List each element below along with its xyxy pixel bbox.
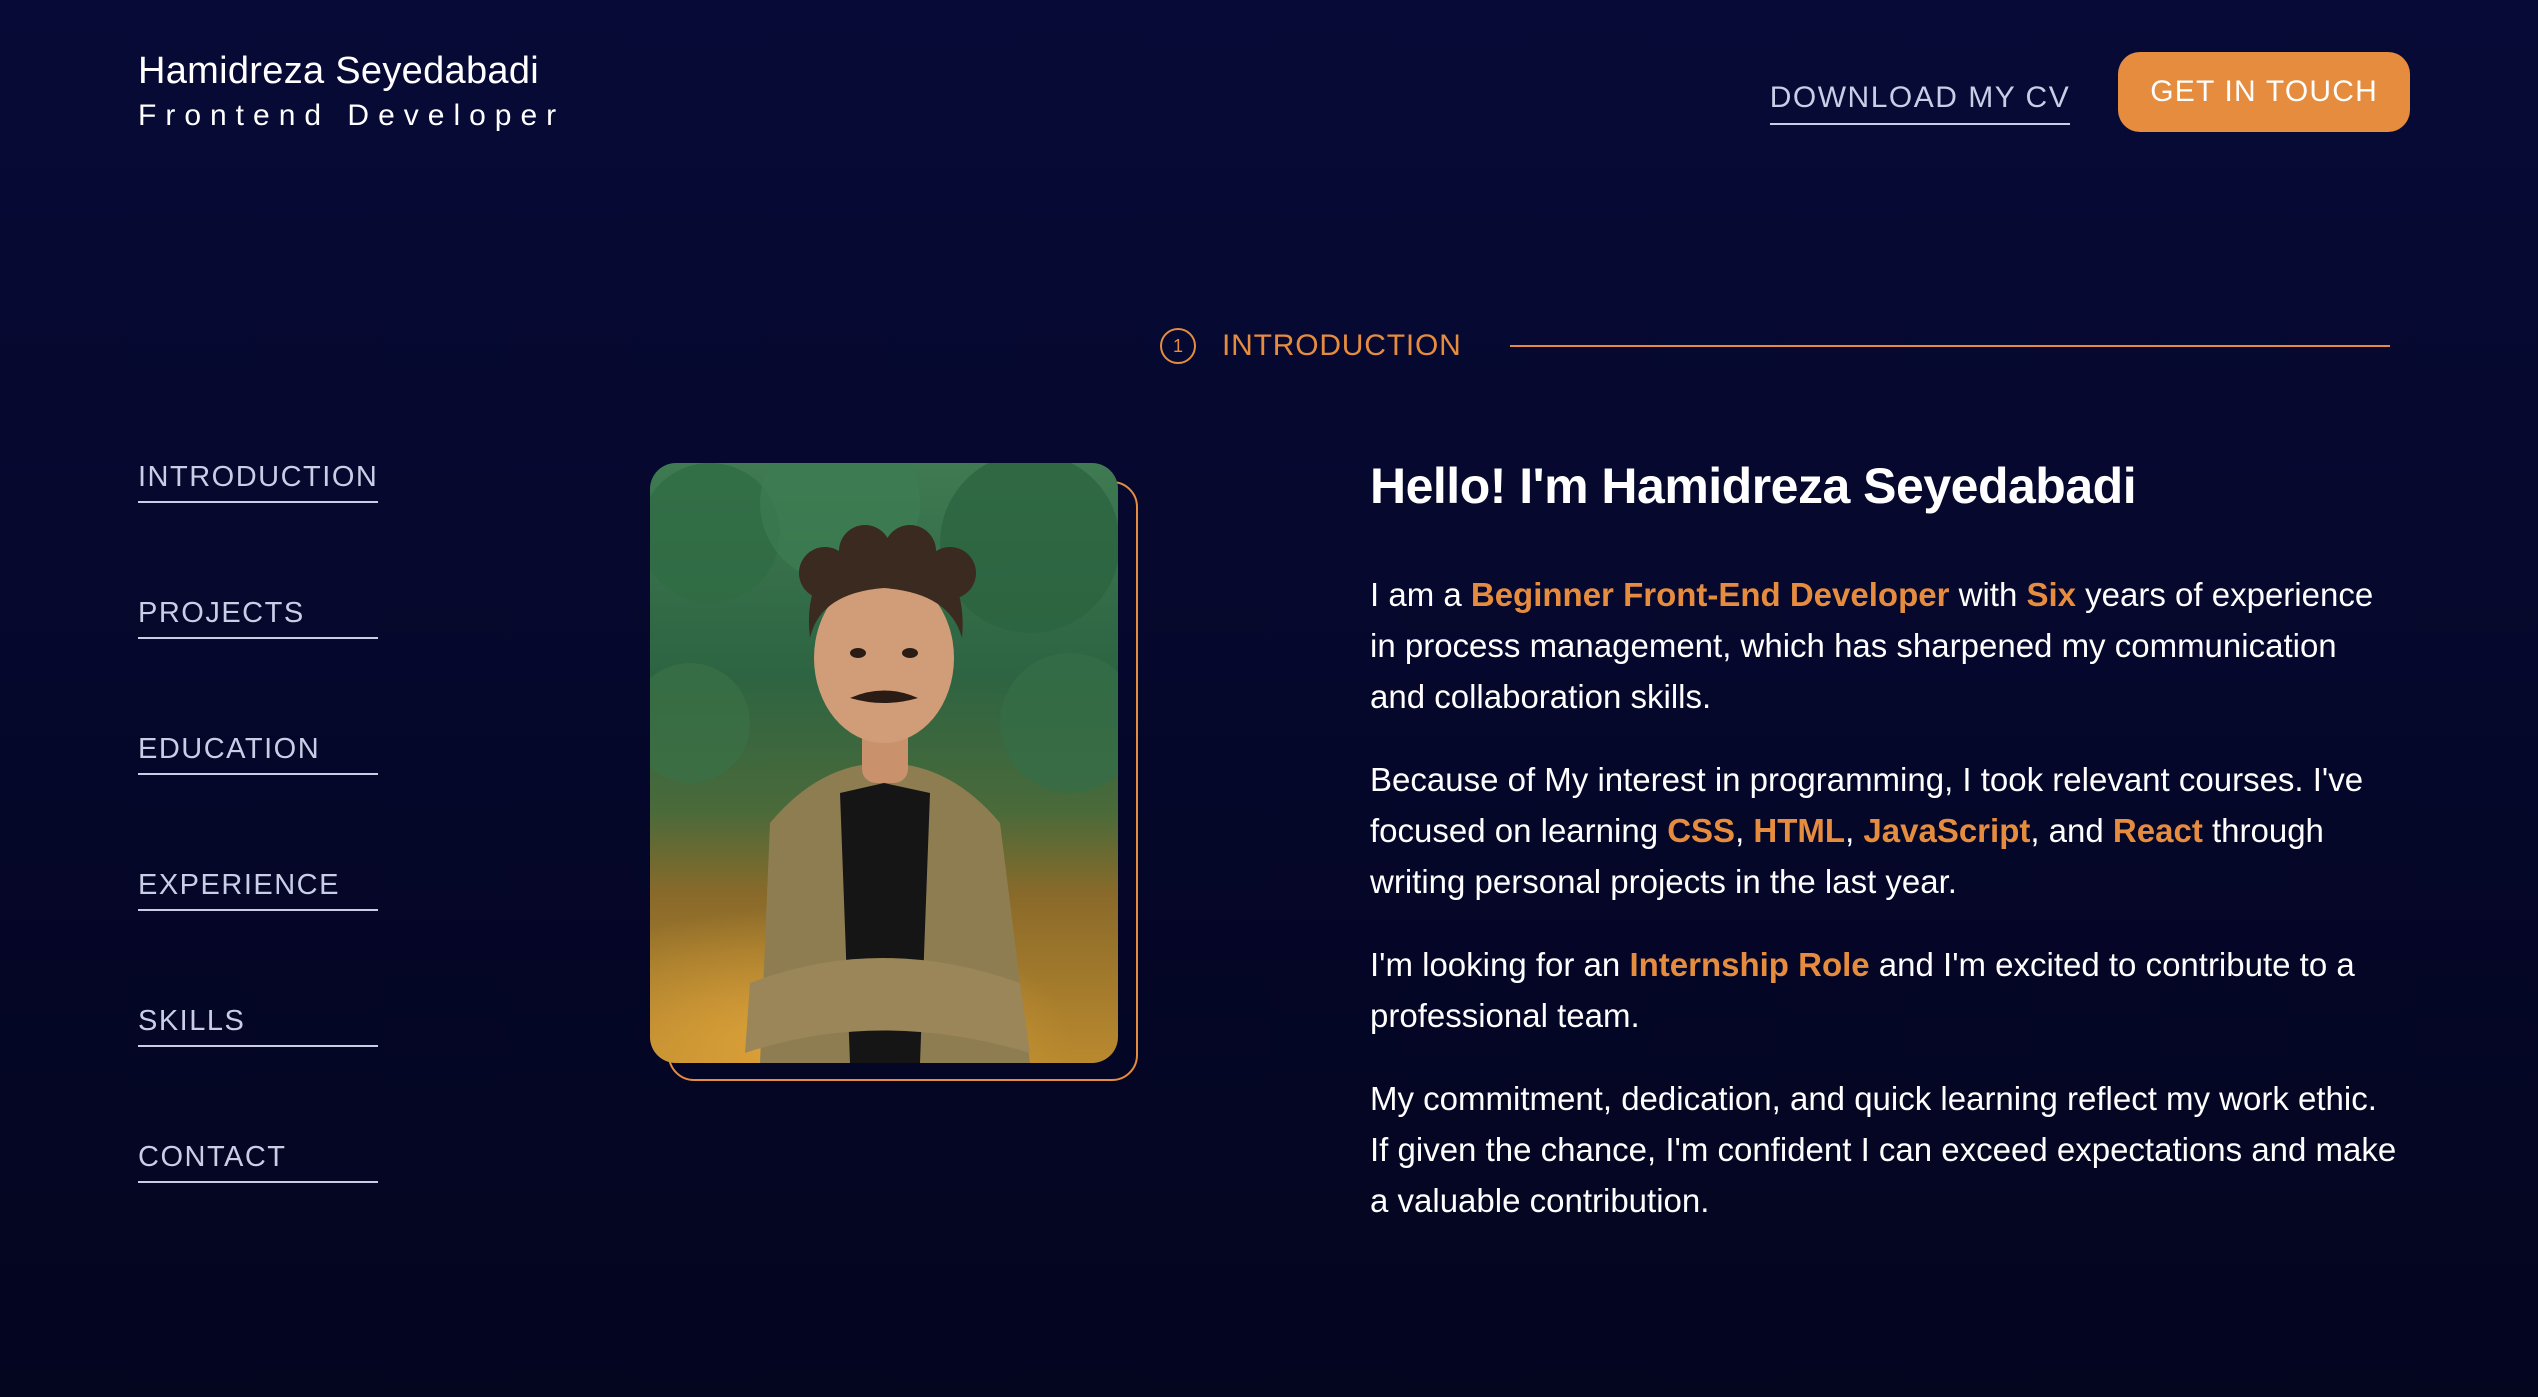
side-nav: INTRODUCTION PROJECTS EDUCATION EXPERIEN… bbox=[138, 455, 378, 1271]
highlight-html: HTML bbox=[1753, 812, 1846, 849]
nav-item-experience[interactable]: EXPERIENCE bbox=[138, 863, 378, 911]
nav-item-introduction[interactable]: INTRODUCTION bbox=[138, 455, 378, 503]
get-in-touch-button[interactable]: GET IN TOUCH bbox=[2118, 52, 2410, 132]
highlight-css: CSS bbox=[1667, 812, 1736, 849]
download-cv-link[interactable]: DOWNLOAD MY CV bbox=[1769, 81, 2071, 125]
about-heading: Hello! I'm Hamidreza Seyedabadi bbox=[1370, 458, 2137, 514]
about-paragraph-1: I am a Beginner Front-End Developer with… bbox=[1370, 576, 2374, 715]
portrait-container bbox=[650, 463, 1138, 1081]
about-paragraph-4: My commitment, dedication, and quick lea… bbox=[1370, 1080, 2397, 1219]
highlight-internship: Internship Role bbox=[1629, 946, 1870, 983]
brand: Hamidreza Seyedabadi Frontend Developer bbox=[138, 48, 565, 134]
section-heading: 1 INTRODUCTION bbox=[1160, 326, 2390, 366]
nav-item-projects[interactable]: PROJECTS bbox=[138, 591, 378, 639]
brand-name: Hamidreza Seyedabadi bbox=[138, 50, 540, 92]
highlight-years: Six bbox=[2026, 576, 2077, 613]
section-number: 1 bbox=[1160, 328, 1196, 364]
highlight-role: Beginner Front-End Developer bbox=[1470, 576, 1950, 613]
section-title: INTRODUCTION bbox=[1222, 329, 1462, 362]
nav-item-skills[interactable]: SKILLS bbox=[138, 999, 378, 1047]
highlight-react: React bbox=[2112, 812, 2203, 849]
about-paragraph-3: I'm looking for an Internship Role and I… bbox=[1370, 946, 2355, 1034]
highlight-javascript: JavaScript bbox=[1863, 812, 2031, 849]
nav-item-contact[interactable]: CONTACT bbox=[138, 1135, 378, 1183]
about-section: Hello! I'm Hamidreza Seyedabadi I am a B… bbox=[1370, 455, 2400, 1258]
section-divider bbox=[1509, 345, 2390, 347]
about-paragraph-2: Because of My interest in programming, I… bbox=[1370, 761, 2364, 900]
nav-item-education[interactable]: EDUCATION bbox=[138, 727, 378, 775]
brand-role: Frontend Developer bbox=[138, 99, 566, 132]
header-actions: DOWNLOAD MY CV GET IN TOUCH bbox=[1769, 52, 2410, 132]
profile-photo bbox=[650, 463, 1118, 1063]
